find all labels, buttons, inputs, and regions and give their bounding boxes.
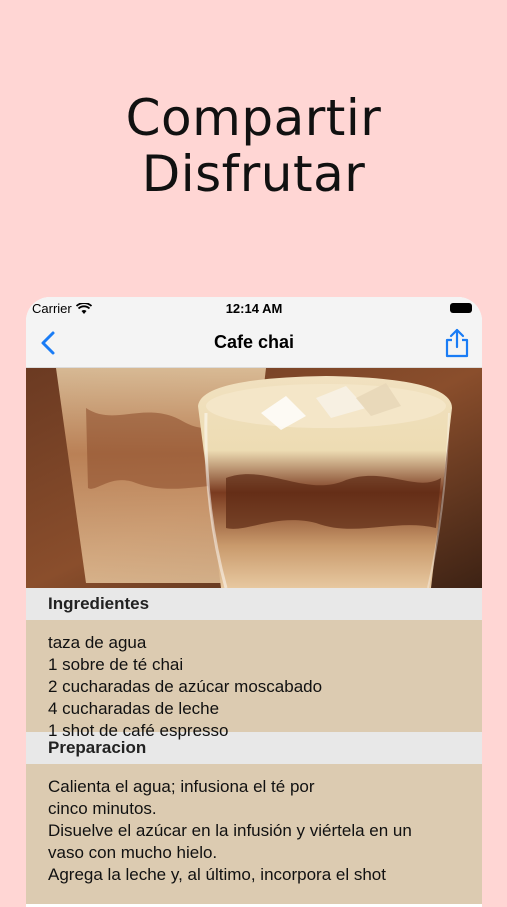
recipe-photo [26, 368, 482, 588]
navigation-bar: Cafe chai [26, 319, 482, 368]
status-bar: Carrier 12:14 AM [26, 297, 482, 319]
preparation-text: Calienta el agua; infusiona el té por ci… [26, 764, 482, 904]
ingredient-item: taza de agua [48, 633, 147, 652]
preparation-header: Preparacion [26, 732, 482, 764]
phone-screen: Carrier 12:14 AM Cafe chai Ingredientes … [26, 297, 482, 907]
status-time: 12:14 AM [225, 301, 283, 316]
preparation-line: Agrega la leche y, al último, incorpora … [48, 865, 386, 884]
ingredients-list: taza de agua 1 sobre de té chai 2 cuchar… [26, 620, 482, 740]
share-icon[interactable] [442, 327, 472, 359]
nav-title: Cafe chai [213, 332, 295, 352]
ingredients-header: Ingredientes [26, 588, 482, 620]
headline-line-2: Disfrutar [141, 145, 366, 203]
ingredient-item: 4 cucharadas de leche [48, 699, 220, 718]
preparation-line: Calienta el agua; infusiona el té por [48, 777, 315, 796]
preparation-line: cinco minutos. [48, 799, 157, 818]
ingredient-item: 1 sobre de té chai [48, 655, 184, 674]
preparation-line: Disuelve el azúcar en la infusión y viér… [48, 821, 412, 840]
preparation-line: vaso con mucho hielo. [48, 843, 218, 862]
headline-line-1: Compartir [125, 89, 382, 147]
ingredient-item: 2 cucharadas de azúcar moscabado [48, 677, 323, 696]
battery-icon [450, 303, 472, 313]
marketing-headline: Compartir Disfrutar [0, 90, 507, 202]
